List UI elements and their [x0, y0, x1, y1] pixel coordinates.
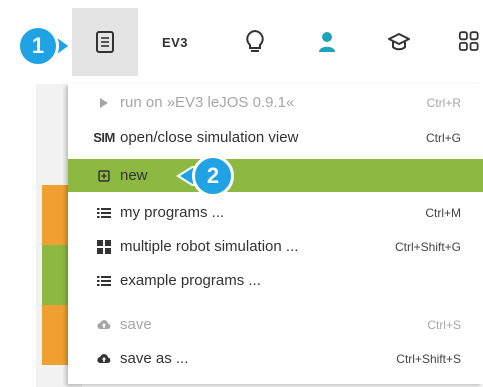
- program-menu-button[interactable]: [72, 8, 138, 76]
- menu-item-shortcut: Ctrl+Shift+G: [394, 239, 461, 254]
- menu-item-shortcut: Ctrl+Shift+S: [396, 351, 461, 366]
- list-icon: [96, 275, 112, 287]
- menu-item-shortcut: Ctrl+R: [426, 95, 461, 110]
- multi-robot-icon: [96, 239, 112, 254]
- menu-item-label: new: [120, 167, 148, 184]
- cloud-upload-icon: [96, 319, 112, 330]
- menu-item-label: save as ...: [120, 350, 189, 367]
- callout-badge-1: 1: [17, 25, 59, 67]
- lightbulb-icon: [246, 29, 264, 52]
- menu-item-multi-robot[interactable]: multiple robot simulation ... Ctrl+Shift…: [68, 230, 483, 263]
- menu-item-label: open/close simulation view: [120, 129, 299, 146]
- menu-item-save-as[interactable]: save as ... Ctrl+Shift+S: [68, 342, 483, 375]
- menu-item-label: run on »EV3 leJOS 0.9.1«: [120, 94, 295, 111]
- ev3-label: EV3: [161, 34, 189, 50]
- menu-item-label: example programs ...: [120, 272, 261, 289]
- cloud-upload-icon: [96, 353, 112, 364]
- menu-item-shortcut: Ctrl+S: [427, 317, 461, 332]
- toolbar: EV3: [72, 0, 483, 84]
- sim-icon: SIM: [93, 130, 115, 145]
- new-icon: [96, 169, 112, 182]
- menu-item-label: multiple robot simulation ...: [120, 238, 299, 255]
- menu-item-label: save: [120, 316, 152, 333]
- menu-item-shortcut: Ctrl+M: [425, 205, 461, 220]
- grid-icon: [458, 31, 479, 51]
- gallery-button[interactable]: [366, 8, 432, 76]
- user-icon: [319, 32, 335, 52]
- list-icon: [96, 207, 112, 219]
- menu-item-examples[interactable]: example programs ...: [68, 264, 483, 297]
- callout-badge-2: 2: [192, 155, 234, 197]
- help-button[interactable]: [222, 8, 288, 76]
- menu-item-my-programs[interactable]: my programs ... Ctrl+M: [68, 196, 483, 229]
- user-button[interactable]: [294, 8, 360, 76]
- menu-item-shortcut: Ctrl+G: [425, 130, 461, 145]
- menu-item-label: my programs ...: [120, 204, 225, 221]
- graduation-cap-icon: [388, 33, 410, 51]
- menu-item-save[interactable]: save Ctrl+S: [68, 308, 483, 341]
- menu-item-simulation[interactable]: SIM open/close simulation view Ctrl+G: [68, 121, 483, 154]
- menu-item-run[interactable]: run on »EV3 leJOS 0.9.1« Ctrl+R: [68, 86, 483, 119]
- tutorial-button[interactable]: [438, 8, 483, 76]
- program-dropdown-menu: run on »EV3 leJOS 0.9.1« Ctrl+R SIM open…: [68, 84, 483, 384]
- play-icon: [96, 97, 112, 109]
- program-list-icon: [96, 31, 114, 53]
- ev3-robot-button[interactable]: EV3: [142, 8, 208, 76]
- menu-item-new[interactable]: new: [68, 159, 483, 192]
